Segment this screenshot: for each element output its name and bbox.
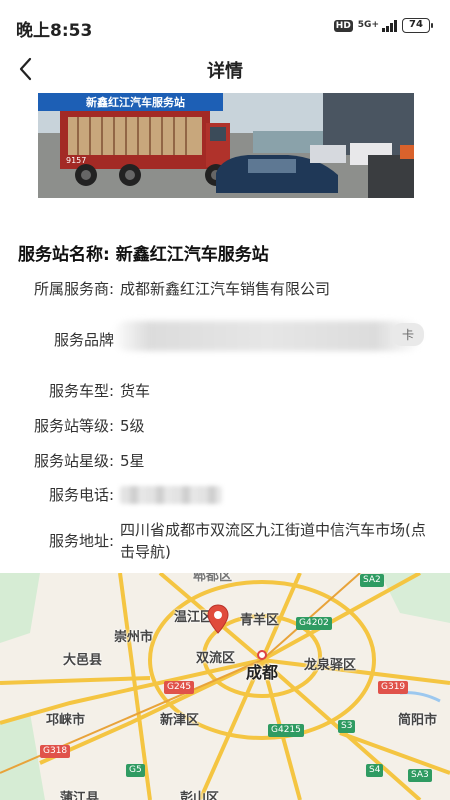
map-label-chongzhou: 崇州市	[114, 630, 154, 645]
status-icons: HD 5G+ 74	[333, 18, 433, 33]
provider-value: 成都新鑫红江汽车销售有限公司	[120, 280, 331, 298]
vehicle-type-value: 货车	[120, 382, 151, 400]
map-label-pidu: 郫都区	[193, 573, 233, 584]
map-label-longquanyi: 龙泉驿区	[304, 658, 357, 673]
address-label: 服务地址:	[48, 532, 114, 550]
grade-label: 服务站等级:	[33, 417, 114, 435]
station-name: 服务站名称: 新鑫红江汽车服务站	[18, 240, 269, 265]
map-label-xinjin: 新津区	[160, 713, 200, 728]
station-name-label: 服务站名称:	[18, 245, 110, 265]
map-label-jianyang: 简阳市	[398, 713, 438, 728]
map-label-pujiang: 蒲江县	[60, 791, 100, 800]
road-tag-sa3: SA3	[408, 769, 432, 782]
star-value: 5星	[120, 452, 145, 470]
sign-text: 新鑫红江汽车服务站	[86, 95, 185, 109]
phone-value[interactable]	[120, 484, 435, 510]
phone-label: 服务电话:	[48, 486, 114, 504]
hd-icon: HD	[333, 19, 353, 32]
road-tag-g245: G245	[164, 681, 195, 694]
road-tag-g5: G5	[126, 764, 145, 777]
status-time: 晚上8:53	[16, 21, 93, 41]
road-tag-g4215: G4215	[268, 724, 304, 737]
phone-redacted	[120, 486, 222, 504]
map-label-pengshan: 彭山区	[180, 791, 220, 800]
provider-label: 所属服务商:	[33, 280, 114, 298]
map-label-dayi: 大邑县	[63, 653, 103, 668]
brand-tag: 卡	[392, 323, 425, 346]
road-tag-g4202: G4202	[296, 617, 332, 630]
battery-icon: 74	[402, 18, 433, 33]
location-pin-icon[interactable]	[207, 604, 229, 634]
network-label: 5G+	[357, 20, 379, 30]
road-tag-s3: S3	[338, 720, 356, 733]
map-label-chengdu: 成都	[246, 663, 279, 682]
page-title: 详情	[207, 61, 243, 82]
star-label: 服务站星级:	[33, 452, 114, 470]
nav-header: 详情	[0, 52, 450, 88]
status-bar: 晚上8:53 HD 5G+ 74	[0, 0, 450, 52]
truck-plate: 9157	[66, 156, 86, 165]
station-name-value: 新鑫红江汽车服务站	[115, 245, 269, 265]
brand-label: 服务品牌	[53, 331, 114, 349]
address-value[interactable]: 四川省成都市双流区九江街道中信汽车市场(点击导航)	[120, 519, 435, 563]
map-label-qingyang: 青羊区	[240, 613, 280, 628]
road-tag-g318: G318	[40, 745, 71, 758]
vehicle-type-label: 服务车型:	[48, 382, 114, 400]
grade-value: 5级	[120, 417, 145, 435]
brand-redacted	[112, 321, 422, 351]
road-tag-g319: G319	[378, 681, 409, 694]
road-tag-s4: S4	[366, 764, 384, 777]
signal-icon	[382, 19, 397, 32]
map-label-shuangliu: 双流区	[196, 651, 236, 666]
station-photo: 新鑫红江汽车服务站 9157	[38, 93, 414, 198]
road-tag-sa2: SA2	[360, 574, 384, 587]
map-label-qionglai: 邛崃市	[46, 713, 86, 728]
